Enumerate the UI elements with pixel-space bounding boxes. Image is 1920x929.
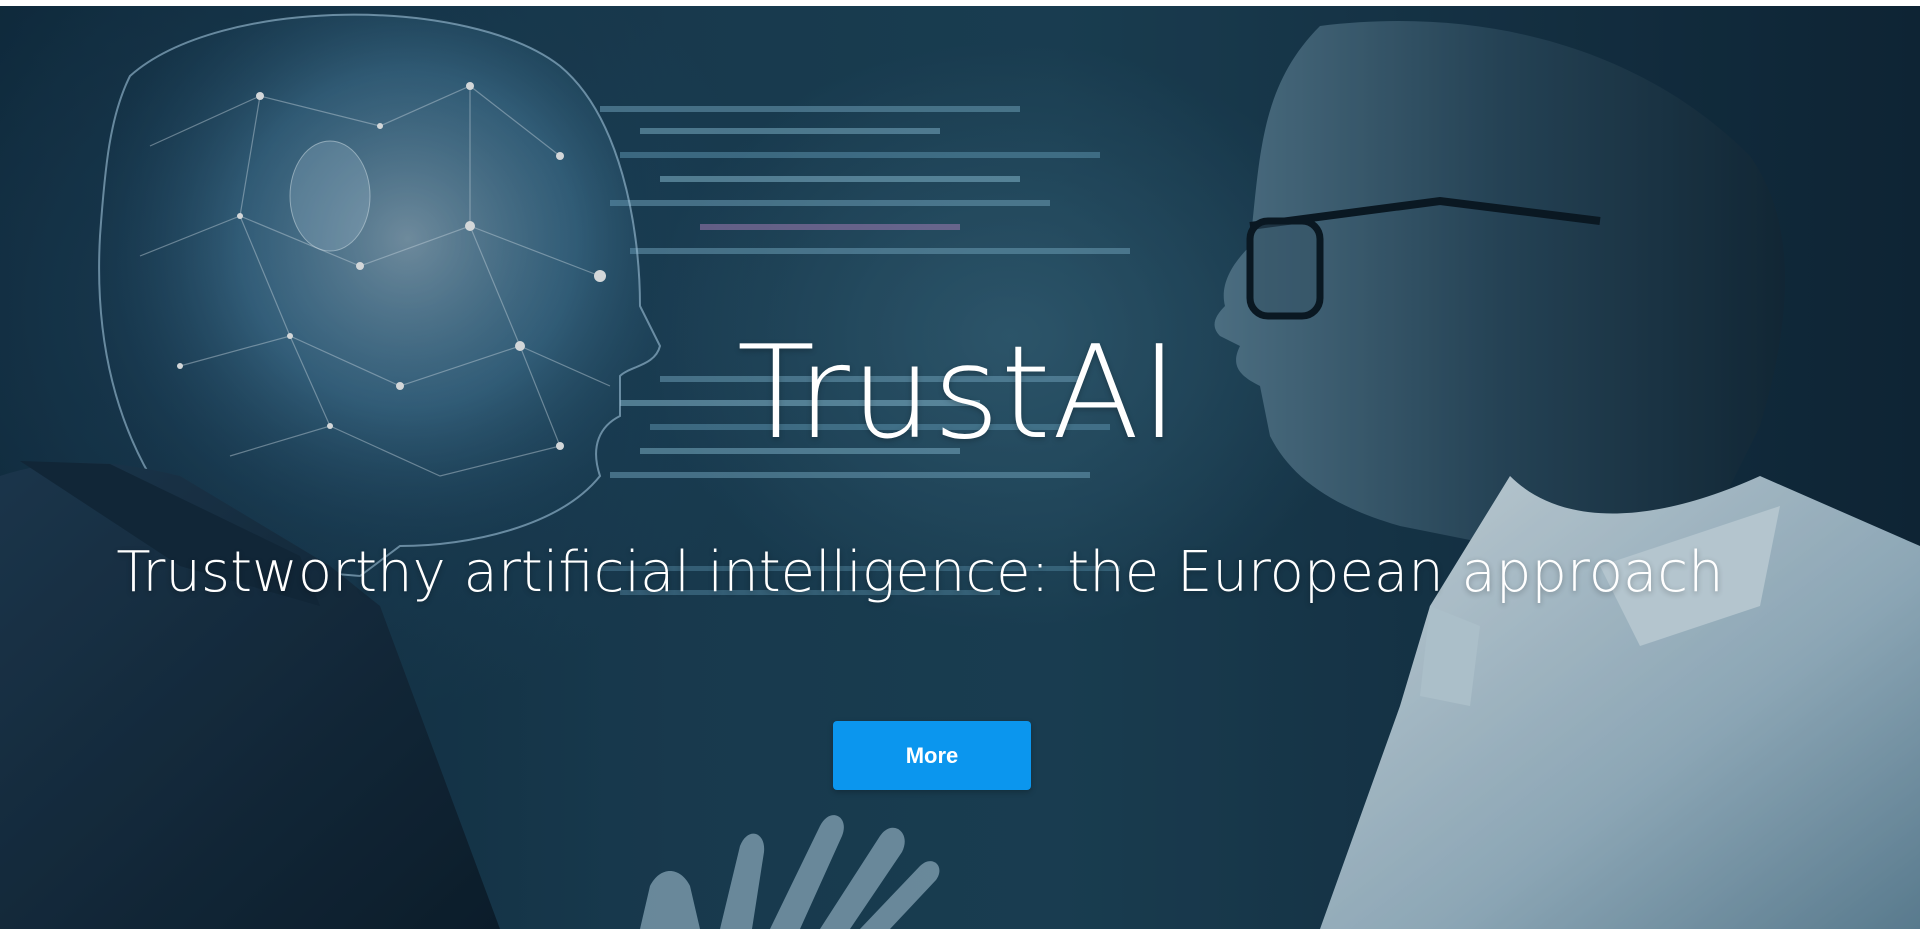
more-button[interactable]: More: [833, 721, 1031, 790]
hero-subtitle: Trustworthy artificial intelligence: the…: [116, 540, 1724, 606]
hero-title: TrustAI: [736, 318, 1180, 468]
hero-banner: TrustAI Trustworthy artificial intellige…: [0, 6, 1920, 929]
